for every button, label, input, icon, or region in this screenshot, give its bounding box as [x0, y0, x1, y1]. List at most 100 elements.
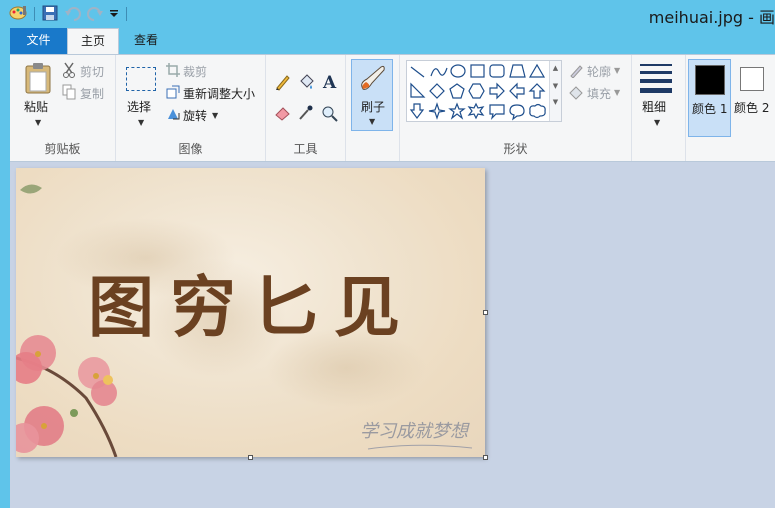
- crop-icon[interactable]: [166, 63, 180, 77]
- line-shape-icon: [410, 66, 425, 78]
- scroll-down-icon[interactable]: ▼: [550, 82, 561, 90]
- oval-shape-icon: [450, 64, 466, 78]
- cut-icon[interactable]: [62, 62, 76, 78]
- resize-handle-bottom[interactable]: [248, 455, 253, 460]
- pentagon-shape-icon: [449, 83, 465, 99]
- clipboard-group: 粘贴 ▼ 剪切 复制 剪贴板: [10, 55, 116, 161]
- shapes-icons: [409, 63, 546, 121]
- cut-button[interactable]: 剪切: [80, 63, 104, 80]
- shapes-scrollbar[interactable]: ▲ ▼ ▼: [549, 61, 561, 121]
- brushes-group: 刷子 ▼: [346, 55, 400, 161]
- brushes-label: 刷子: [361, 100, 386, 114]
- brush-icon: [361, 65, 385, 90]
- hexagon-shape-icon: [468, 83, 485, 99]
- fill-dropdown-icon[interactable]: ▼: [614, 88, 620, 97]
- customize-toolbar-icon[interactable]: [109, 9, 119, 19]
- copy-icon[interactable]: [62, 84, 76, 100]
- curve-shape-icon: [430, 67, 448, 77]
- separator: [126, 7, 127, 21]
- color2-swatch[interactable]: [740, 67, 764, 91]
- right-triangle-shape-icon: [410, 82, 426, 98]
- size-icon[interactable]: [640, 64, 672, 93]
- eraser-icon[interactable]: [274, 105, 292, 121]
- scroll-up-icon[interactable]: ▲: [550, 64, 561, 72]
- outline-dropdown-icon[interactable]: ▼: [614, 66, 620, 75]
- shapes-group: ▲ ▼ ▼ 轮廓 ▼ 填充 ▼ 形状: [400, 55, 632, 161]
- outline-icon[interactable]: [568, 64, 584, 78]
- color2-label[interactable]: 颜色 2: [734, 99, 769, 116]
- paste-dropdown-icon[interactable]: ▼: [35, 118, 41, 127]
- separator: [34, 7, 35, 21]
- left-arrow-shape-icon: [509, 82, 525, 100]
- rounded-callout-shape-icon: [489, 104, 505, 120]
- image-artwork: 图穷匕见 学习成就梦想: [16, 184, 473, 457]
- paste-icon[interactable]: [24, 62, 52, 94]
- oval-callout-shape-icon: [509, 104, 525, 121]
- canvas-area[interactable]: 图穷匕见 学习成就梦想: [10, 162, 775, 508]
- rotate-dropdown-icon[interactable]: ▼: [212, 111, 218, 120]
- clipboard-group-label: 剪贴板: [44, 142, 81, 156]
- image-group-label: 图像: [178, 142, 203, 156]
- ribbon: 粘贴 ▼ 剪切 复制 剪贴板 选择 ▼ 裁剪 重新调整大小 旋转 ▼ 图像 A …: [10, 54, 775, 162]
- brushes-dropdown-icon: ▼: [369, 117, 376, 126]
- svg-text:A: A: [322, 73, 337, 92]
- crop-button[interactable]: 裁剪: [183, 63, 207, 80]
- undo-icon[interactable]: [64, 5, 82, 21]
- leaf-icon: [20, 184, 42, 194]
- polygon-shape-icon: [509, 64, 526, 78]
- colors-group: 颜色 1 颜色 2: [686, 55, 775, 161]
- down-arrow-shape-icon: [409, 103, 425, 119]
- window-left-edge: [0, 28, 10, 508]
- fill-icon[interactable]: [568, 86, 584, 100]
- size-button[interactable]: 粗细: [642, 98, 666, 115]
- color1-label: 颜色 1: [692, 102, 728, 116]
- brushes-button[interactable]: 刷子 ▼: [351, 59, 393, 131]
- resize-button[interactable]: 重新调整大小: [183, 85, 255, 102]
- color1-swatch: [695, 65, 725, 95]
- paint-app-icon[interactable]: [8, 4, 30, 22]
- tab-file[interactable]: 文件: [10, 28, 67, 54]
- tools-group-label: 工具: [293, 142, 318, 156]
- color-picker-icon[interactable]: [297, 105, 315, 121]
- color1-button[interactable]: 颜色 1: [688, 59, 731, 137]
- five-point-star-shape-icon: [448, 102, 466, 120]
- resize-icon[interactable]: [166, 85, 180, 99]
- save-icon[interactable]: [42, 5, 58, 21]
- six-point-star-shape-icon: [467, 102, 485, 120]
- title-bar: meihuai.jpg - 画: [0, 0, 775, 28]
- outline-button[interactable]: 轮廓: [587, 63, 611, 80]
- image-canvas[interactable]: 图穷匕见 学习成就梦想: [16, 168, 485, 457]
- magnifier-icon[interactable]: [321, 105, 339, 123]
- fill-with-color-icon[interactable]: [297, 73, 315, 91]
- redo-icon[interactable]: [86, 5, 104, 21]
- expand-gallery-icon[interactable]: ▼: [550, 98, 561, 106]
- tools-group: A 工具: [266, 55, 346, 161]
- rotate-button[interactable]: 旋转: [183, 107, 207, 124]
- tab-view[interactable]: 查看: [125, 28, 167, 54]
- cloud-callout-shape-icon: [529, 103, 546, 119]
- paste-button[interactable]: 粘贴: [24, 98, 48, 115]
- fill-button[interactable]: 填充: [587, 85, 611, 102]
- plum-blossom-icon: [16, 335, 118, 457]
- select-icon[interactable]: [126, 67, 156, 91]
- four-point-star-shape-icon: [428, 102, 446, 120]
- diamond-shape-icon: [429, 83, 445, 99]
- size-group: 粗细 ▼: [632, 55, 686, 161]
- right-arrow-shape-icon: [489, 82, 505, 100]
- shapes-gallery: ▲ ▼ ▼: [406, 60, 562, 122]
- copy-button[interactable]: 复制: [80, 85, 104, 102]
- rotate-icon[interactable]: [166, 107, 180, 121]
- select-dropdown-icon[interactable]: ▼: [138, 118, 144, 127]
- pencil-icon[interactable]: [274, 73, 292, 91]
- rectangle-shape-icon: [470, 64, 485, 78]
- text-icon[interactable]: A: [321, 72, 339, 92]
- size-dropdown-icon[interactable]: ▼: [654, 118, 660, 127]
- select-button[interactable]: 选择: [127, 98, 151, 115]
- resize-handle-corner[interactable]: [483, 455, 488, 460]
- image-group: 选择 ▼ 裁剪 重新调整大小 旋转 ▼ 图像: [116, 55, 266, 161]
- up-arrow-shape-icon: [528, 83, 546, 99]
- tab-home[interactable]: 主页: [67, 28, 119, 55]
- resize-handle-right[interactable]: [483, 310, 488, 315]
- triangle-shape-icon: [528, 63, 546, 78]
- ribbon-tabs: 文件 主页 查看: [10, 28, 775, 55]
